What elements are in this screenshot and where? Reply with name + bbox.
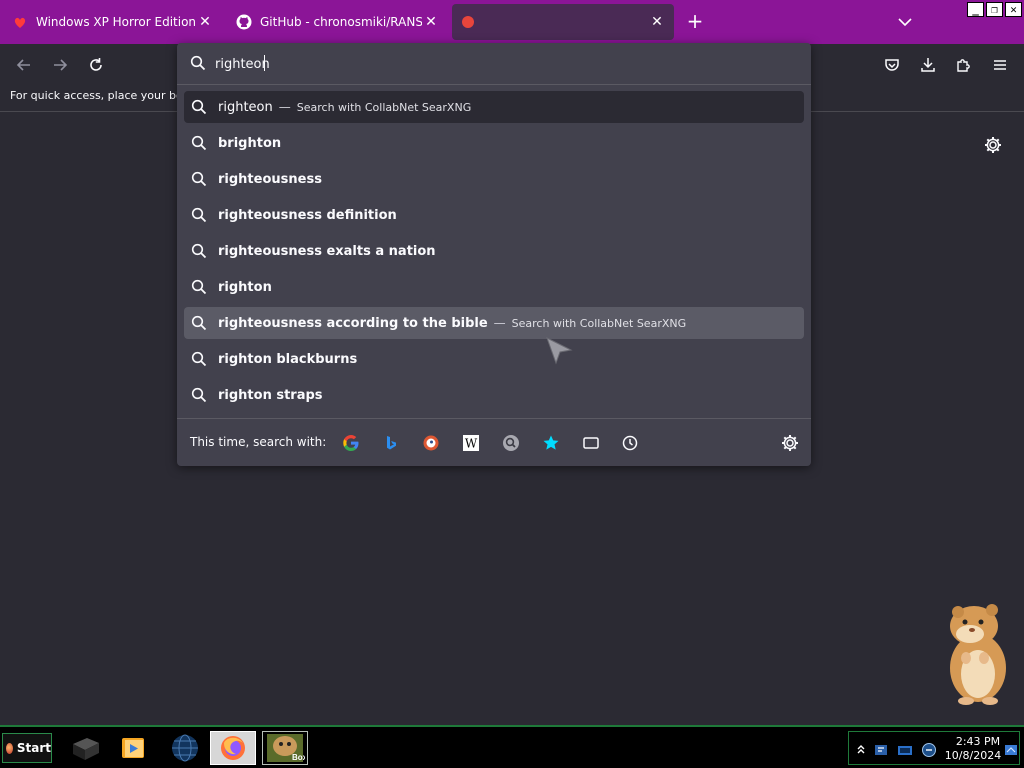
search-icon <box>191 135 207 151</box>
github-icon <box>236 14 252 30</box>
search-icon <box>191 207 207 223</box>
url-bar[interactable] <box>177 43 811 85</box>
tab-title: Windows XP Horror Edition | Spinp <box>36 15 196 29</box>
menu-hamburger-icon[interactable] <box>990 55 1010 75</box>
tray-expand-chevron-up-icon[interactable] <box>853 742 869 758</box>
search-icon <box>191 171 207 187</box>
downloads-icon[interactable] <box>918 55 938 75</box>
clock-date[interactable]: 10/8/2024 <box>943 749 1003 762</box>
new-tab-settings-gear-icon[interactable] <box>983 135 1003 155</box>
wikipedia-letter: W <box>465 437 478 451</box>
show-desktop-icon[interactable] <box>1003 742 1019 758</box>
suggestion-item[interactable]: righteousness definition <box>184 199 804 231</box>
taskbar-app-firefox[interactable] <box>210 731 256 765</box>
tab-active[interactable]: ✕ <box>452 4 674 40</box>
maximize-button[interactable]: ❐ <box>986 2 1003 17</box>
tray-volume-icon[interactable] <box>921 742 937 758</box>
suggestion-text: righton blackburns <box>218 351 358 367</box>
suggestion-item[interactable]: righteon — Search with CollabNet SearXNG <box>184 91 804 123</box>
start-label: Start <box>16 741 51 755</box>
tab-close-icon[interactable]: ✕ <box>196 13 214 31</box>
taskbar: Start Box 2:43 PM 10/8/2024 <box>0 725 1024 768</box>
media-player-icon <box>122 738 144 758</box>
suggestion-item[interactable]: righton straps <box>184 379 804 411</box>
tabs-icon[interactable] <box>581 433 601 453</box>
suggestion-text: righteon <box>218 99 273 115</box>
clock-time[interactable]: 2:43 PM <box>953 735 1003 748</box>
firefox-icon <box>221 736 245 760</box>
suggestion-item[interactable]: righton <box>184 271 804 303</box>
taskbar-app-box[interactable]: Box <box>262 731 308 765</box>
dark-box-icon <box>73 738 99 760</box>
searxng-icon[interactable] <box>501 433 521 453</box>
suggestion-separator: — <box>493 316 506 330</box>
suggestion-item-hovered[interactable]: righteousness according to the bible — S… <box>184 307 804 339</box>
globe-icon <box>172 734 198 762</box>
hamster-desktop-pet[interactable] <box>940 600 1010 706</box>
minimize-button[interactable]: _ <box>967 2 984 17</box>
start-orb-icon <box>6 742 13 754</box>
bing-icon[interactable] <box>381 433 401 453</box>
url-bar-dropdown: righteon — Search with CollabNet SearXNG… <box>177 43 811 466</box>
pocket-icon[interactable] <box>882 55 902 75</box>
close-window-button[interactable]: ✕ <box>1005 2 1022 17</box>
system-tray: 2:43 PM 10/8/2024 <box>848 731 1020 765</box>
duckduckgo-icon[interactable] <box>421 433 441 453</box>
chevron-down-icon[interactable] <box>895 12 915 32</box>
one-off-search-bar: This time, search with: W <box>177 418 811 466</box>
search-icon <box>191 315 207 331</box>
tab-windows-xp-horror[interactable]: Windows XP Horror Edition | Spinp ✕ <box>4 4 222 40</box>
taskbar-app-media-player[interactable] <box>110 731 156 765</box>
reload-icon[interactable] <box>86 55 106 75</box>
suggestion-text: righton straps <box>218 387 323 403</box>
tab-close-icon[interactable]: ✕ <box>648 13 666 31</box>
tab-github-ransomware[interactable]: GitHub - chronosmiki/RANSOMWA ✕ <box>228 4 448 40</box>
suggestion-text: righton <box>218 279 272 295</box>
suggestion-text: brighton <box>218 135 282 151</box>
search-icon <box>191 243 207 259</box>
box-app-label: Box <box>292 753 305 762</box>
mouse-pointer-icon <box>545 336 575 366</box>
search-icon <box>190 55 206 75</box>
suggestion-item[interactable]: righton blackburns <box>184 343 804 375</box>
google-icon[interactable] <box>341 433 361 453</box>
suggestion-item[interactable]: brighton <box>184 127 804 159</box>
start-button[interactable]: Start <box>2 733 52 763</box>
taskbar-app-terminal[interactable] <box>62 731 108 765</box>
taskbar-app-globe[interactable] <box>162 731 208 765</box>
tab-title: GitHub - chronosmiki/RANSOMWA <box>260 15 422 29</box>
one-off-label: This time, search with: <box>190 435 327 449</box>
wikipedia-icon[interactable]: W <box>461 433 481 453</box>
extensions-icon[interactable] <box>954 55 974 75</box>
text-caret <box>264 55 265 71</box>
window-controls: _ ❐ ✕ <box>967 2 1022 17</box>
suggestion-item[interactable]: righteousness exalts a nation <box>184 235 804 267</box>
history-icon[interactable] <box>620 433 640 453</box>
back-arrow-icon[interactable] <box>14 55 34 75</box>
tray-security-shield-icon[interactable] <box>873 742 889 758</box>
suggestion-action: Search with CollabNet SearXNG <box>511 316 687 330</box>
search-icon <box>191 387 207 403</box>
suggestion-text: righteousness according to the bible <box>218 315 488 331</box>
suggestion-item[interactable]: righteousness <box>184 163 804 195</box>
suggestion-text: righteousness exalts a nation <box>218 243 436 259</box>
box-app-icon: Box <box>267 734 305 762</box>
forward-arrow-icon[interactable] <box>50 55 70 75</box>
spinpasta-favicon-icon <box>12 14 28 30</box>
suggestion-separator: — <box>278 100 291 114</box>
tray-network-icon[interactable] <box>897 742 913 758</box>
new-tab-button[interactable]: + <box>684 10 706 32</box>
search-settings-gear-icon[interactable] <box>780 433 800 453</box>
suggestion-text: righteousness <box>218 171 322 187</box>
search-icon <box>191 99 207 115</box>
bookmarks-icon[interactable] <box>541 433 561 453</box>
firefox-favicon-icon <box>460 14 476 30</box>
suggestion-text: righteousness definition <box>218 207 397 223</box>
tab-strip: Windows XP Horror Edition | Spinp ✕ GitH… <box>0 0 1024 44</box>
url-input[interactable] <box>215 55 775 73</box>
suggestion-action: Search with CollabNet SearXNG <box>296 100 472 114</box>
search-icon <box>191 279 207 295</box>
tab-close-icon[interactable]: ✕ <box>422 13 440 31</box>
search-icon <box>191 351 207 367</box>
